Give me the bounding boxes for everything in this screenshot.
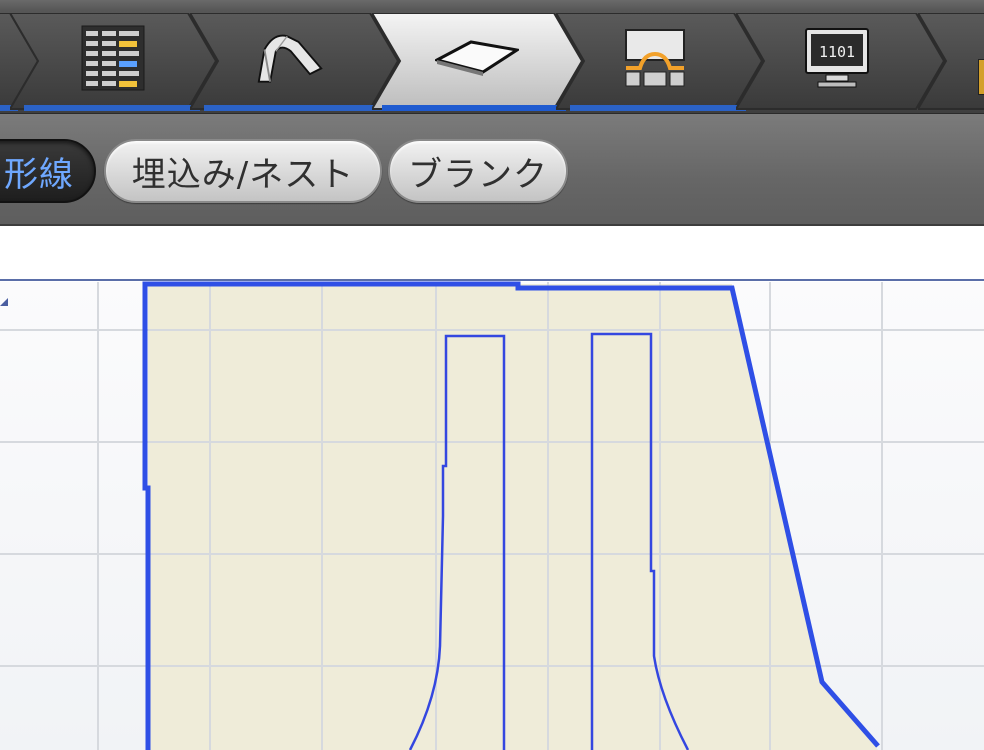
tab-label: 形線 <box>4 154 74 195</box>
workflow-step-curved-sheet[interactable] <box>190 13 400 111</box>
tab-profile-line[interactable]: 形線 <box>0 139 96 203</box>
curved-sheet-icon <box>255 23 325 93</box>
layer-list-icon <box>78 23 148 93</box>
monitor-1101-icon: 1101 <box>802 23 872 93</box>
flat-sheet-icon <box>434 23 520 93</box>
step-underline <box>24 105 200 111</box>
workflow-step-nc-output[interactable]: 1101 <box>736 13 946 111</box>
workflow-step-layers[interactable] <box>10 13 218 111</box>
partial-step-icon <box>978 59 984 95</box>
workflow-step-toolpath[interactable] <box>556 13 764 111</box>
tab-label: ブランク <box>408 154 548 195</box>
monitor-code-label: 1101 <box>819 43 855 61</box>
toolpath-icon <box>620 23 690 93</box>
step-underline <box>204 105 382 111</box>
canvas-header-band <box>0 226 984 280</box>
part-drawing <box>0 226 984 750</box>
tab-blank[interactable]: ブランク <box>388 139 568 203</box>
tab-embed-nest[interactable]: 埋込み/ネスト <box>104 139 382 203</box>
workflow-step-bar: 1101 <box>0 0 984 114</box>
sub-tab-strip: 形線 埋込み/ネスト ブランク <box>0 114 984 226</box>
drawing-canvas[interactable] <box>0 226 984 750</box>
workflow-step-flat-sheet[interactable] <box>372 13 584 111</box>
step-chevron-shape <box>918 13 984 110</box>
tab-label: 埋込み/ネスト <box>131 154 355 195</box>
step-underline <box>382 105 566 111</box>
workflow-step-next[interactable] <box>918 13 984 111</box>
step-underline <box>570 105 746 111</box>
